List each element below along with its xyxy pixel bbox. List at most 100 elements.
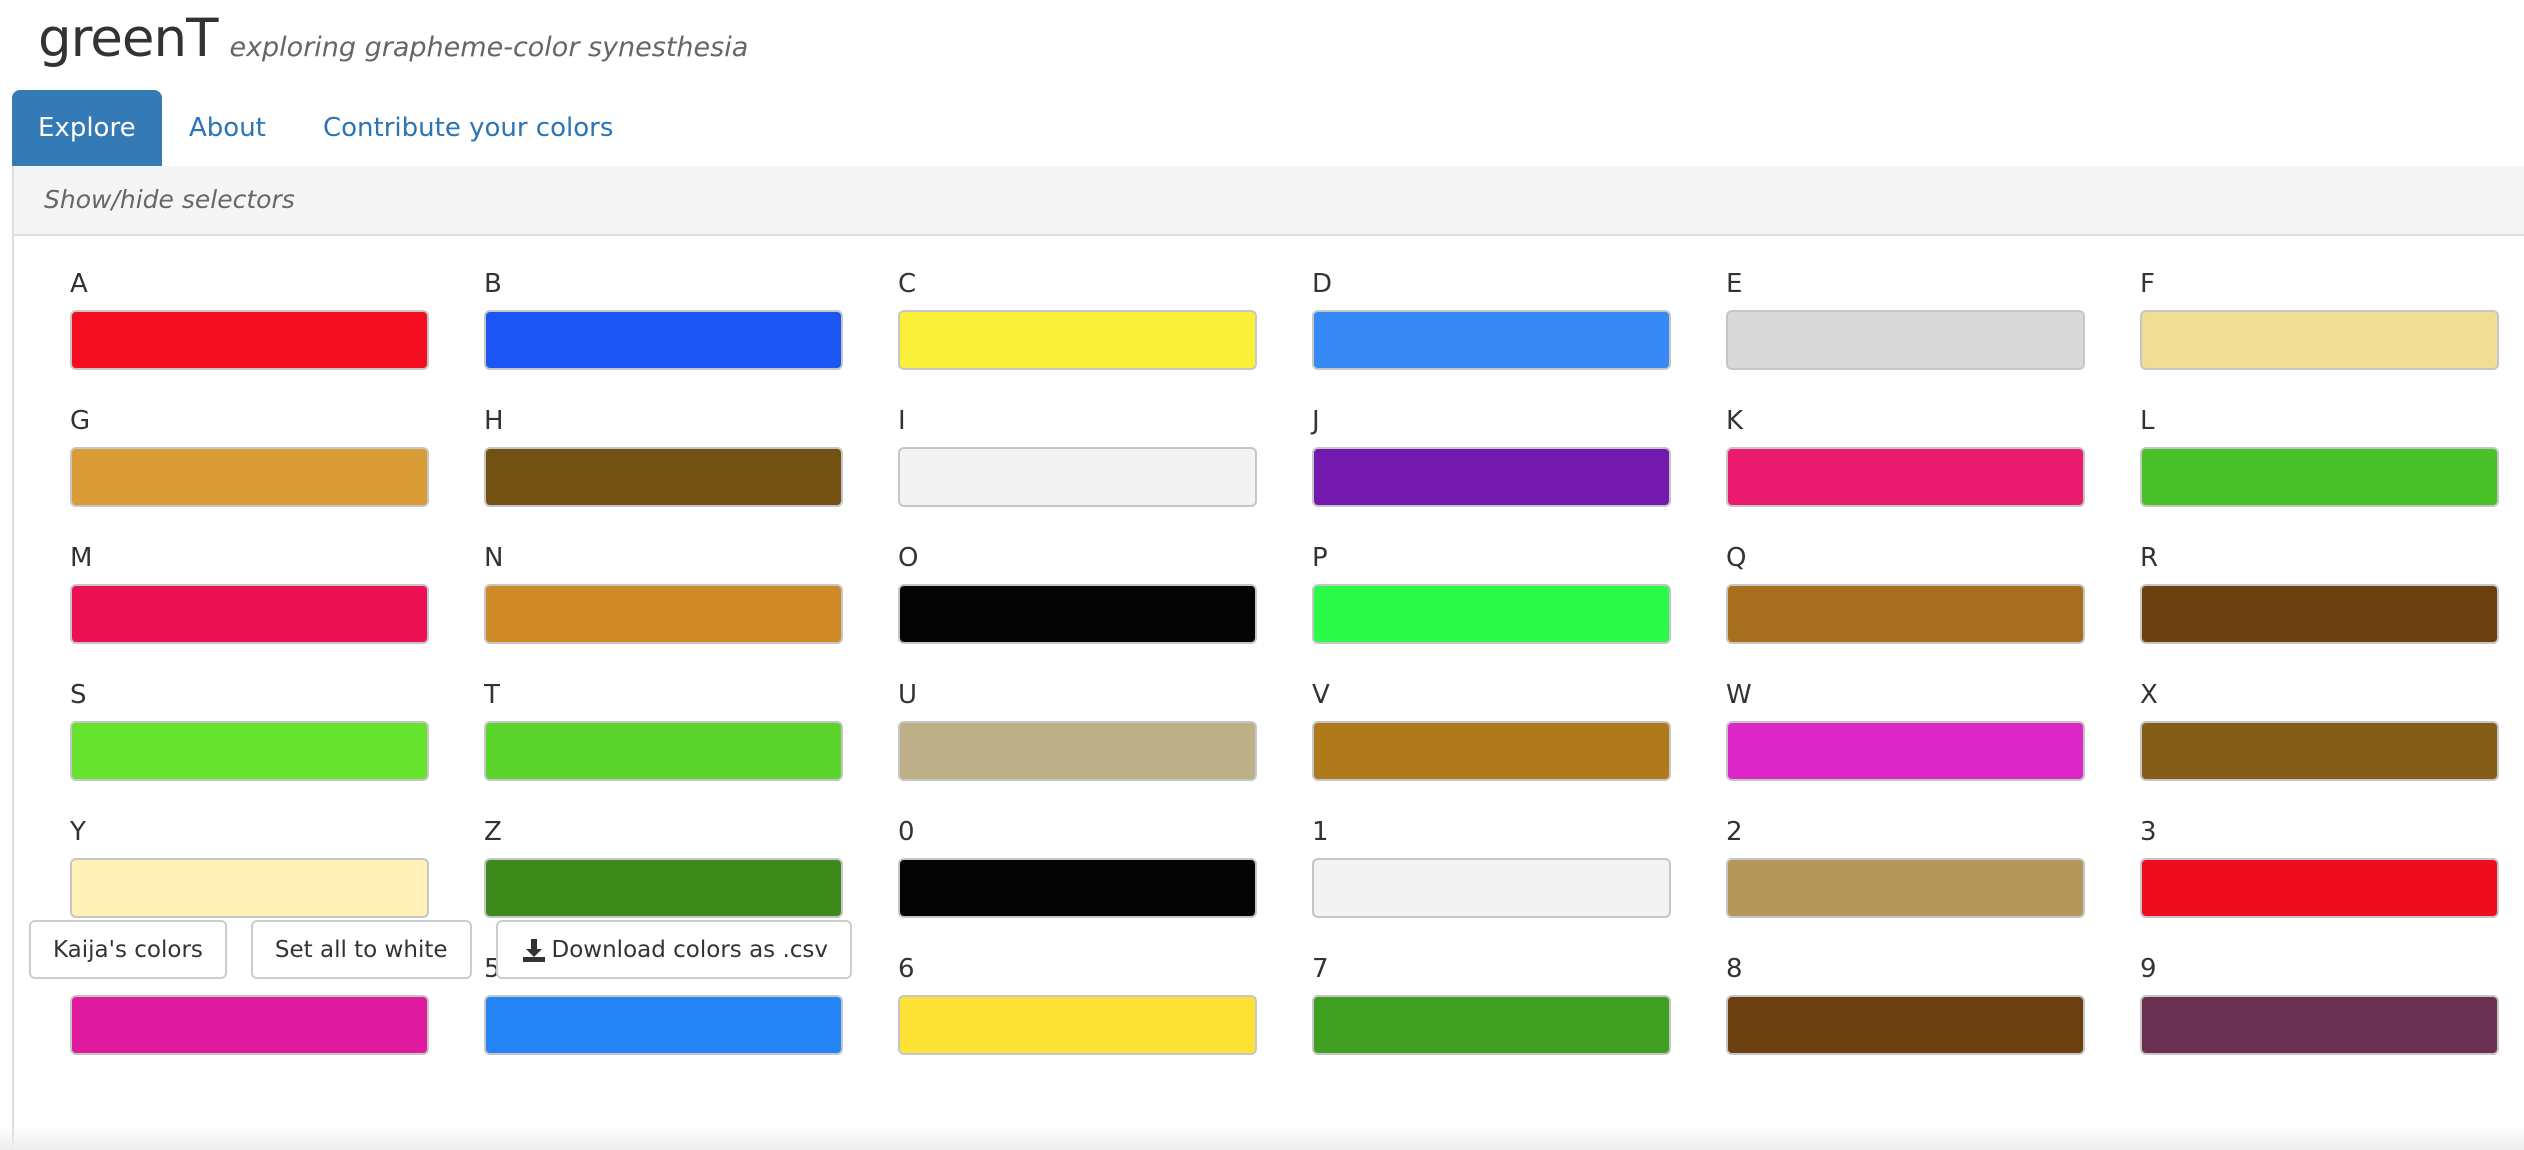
grapheme-label: G [70,406,91,436]
color-selector: M [70,540,429,677]
tab-about[interactable]: About [189,90,266,166]
color-selector: Q [1726,540,2085,677]
grapheme-label: Q [1726,543,1747,573]
color-swatch-input[interactable] [2140,721,2499,781]
color-selector: A [70,266,429,403]
color-swatch-input[interactable] [898,995,1257,1055]
color-selector: J [1312,403,1671,540]
download-label: Download colors as .csv [551,936,829,963]
color-swatch-input[interactable] [898,721,1257,781]
app-title: greenT [38,8,218,69]
grapheme-label: W [1726,680,1752,710]
color-swatch-input[interactable] [898,584,1257,644]
color-swatch-input[interactable] [484,310,843,370]
color-swatch-input[interactable] [2140,447,2499,507]
grapheme-label: V [1312,680,1330,710]
color-swatch-input[interactable] [1726,584,2085,644]
color-swatch-input[interactable] [898,858,1257,918]
color-swatch-input[interactable] [898,310,1257,370]
tab-explore[interactable]: Explore [12,90,162,166]
grapheme-label: S [70,680,87,710]
color-selector: F [2140,266,2499,403]
color-swatch-input[interactable] [1312,310,1671,370]
download-csv-button[interactable]: Download colors as .csv [495,920,853,979]
nav-tabs: Explore About Contribute your colors [12,90,2524,168]
color-swatch-input[interactable] [1312,584,1671,644]
grapheme-label: Z [484,817,502,847]
color-selector: D [1312,266,1671,403]
color-selector: E [1726,266,2085,403]
color-swatch-input[interactable] [70,584,429,644]
color-selector: U [898,677,1257,814]
color-selector: 7 [1312,951,1671,1088]
color-swatch-input[interactable] [484,858,843,918]
color-selector: 3 [2140,814,2499,951]
grapheme-label: C [898,269,917,299]
color-swatch-input[interactable] [1726,858,2085,918]
grapheme-label: 9 [2140,954,2157,984]
grapheme-label: 0 [898,817,915,847]
color-swatch-input[interactable] [70,310,429,370]
color-swatch-input[interactable] [484,584,843,644]
color-selector: N [484,540,843,677]
tab-contribute[interactable]: Contribute your colors [323,90,613,166]
grapheme-label: I [898,406,906,436]
color-swatch-input[interactable] [1312,858,1671,918]
app-subtitle: exploring grapheme-color synesthesia [229,32,749,63]
color-selector: T [484,677,843,814]
color-swatch-input[interactable] [898,447,1257,507]
color-selector: B [484,266,843,403]
color-selector: 0 [898,814,1257,951]
color-swatch-input[interactable] [70,858,429,918]
color-selector: 2 [1726,814,2085,951]
action-buttons: Kaija's colors Set all to white Download… [29,920,853,979]
grapheme-label: A [70,269,88,299]
grapheme-label: J [1312,406,1320,436]
color-selector: K [1726,403,2085,540]
color-swatch-input[interactable] [2140,310,2499,370]
color-swatch-input[interactable] [2140,584,2499,644]
grapheme-label: Y [70,817,86,847]
color-swatch-input[interactable] [1312,721,1671,781]
color-swatch-input[interactable] [70,995,429,1055]
color-swatch-input[interactable] [70,721,429,781]
grapheme-label: M [70,543,93,573]
download-icon [522,938,545,962]
color-swatch-input[interactable] [70,447,429,507]
color-selector: O [898,540,1257,677]
color-swatch-input[interactable] [484,721,843,781]
grapheme-label: U [898,680,918,710]
color-selector: L [2140,403,2499,540]
grapheme-label: H [484,406,504,436]
color-swatch-input[interactable] [1726,995,2085,1055]
color-selector: 9 [2140,951,2499,1088]
color-selector: 6 [898,951,1257,1088]
color-swatch-input[interactable] [484,447,843,507]
color-swatch-input[interactable] [1312,995,1671,1055]
color-selector: W [1726,677,2085,814]
toggle-selectors[interactable]: Show/hide selectors [14,166,2524,236]
grapheme-label: B [484,269,502,299]
color-swatch-input[interactable] [484,995,843,1055]
grapheme-label: 7 [1312,954,1329,984]
color-swatch-input[interactable] [2140,995,2499,1055]
color-selector: 1 [1312,814,1671,951]
color-selector: P [1312,540,1671,677]
color-swatch-input[interactable] [1726,310,2085,370]
grapheme-label: X [2140,680,2158,710]
grapheme-label: K [1726,406,1744,436]
color-swatch-input[interactable] [1312,447,1671,507]
kaija-colors-button[interactable]: Kaija's colors [29,920,227,979]
color-swatch-input[interactable] [1726,447,2085,507]
app-header: greenT exploring grapheme-color synesthe… [38,8,748,78]
color-selector: 8 [1726,951,2085,1088]
grapheme-label: T [484,680,500,710]
set-all-white-button[interactable]: Set all to white [250,920,472,979]
grapheme-label: D [1312,269,1333,299]
grapheme-label: 6 [898,954,915,984]
grapheme-label: P [1312,543,1328,573]
color-swatch-input[interactable] [1726,721,2085,781]
color-selector: C [898,266,1257,403]
color-swatch-input[interactable] [2140,858,2499,918]
grapheme-label: F [2140,269,2155,299]
